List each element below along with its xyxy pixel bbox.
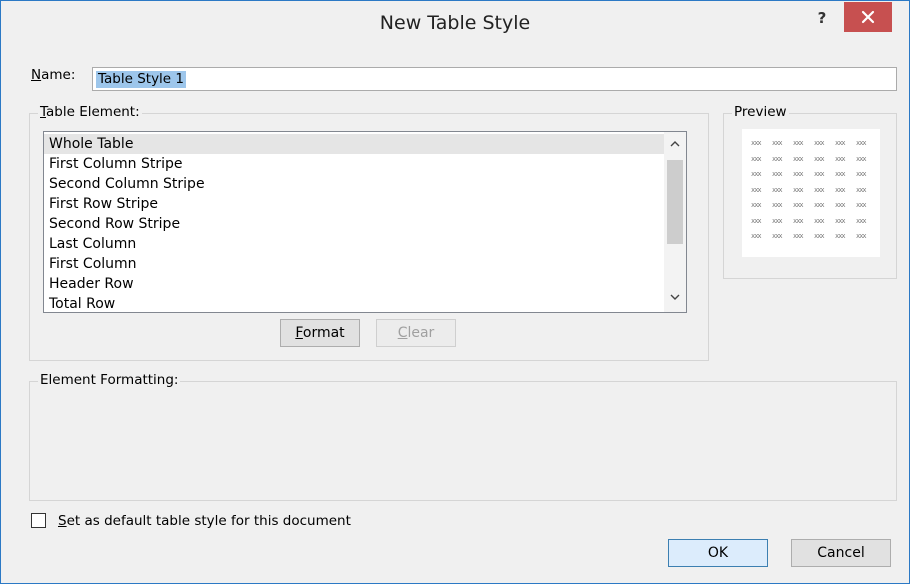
preview-cell: xxx	[814, 201, 825, 209]
scroll-down-button[interactable]	[664, 289, 686, 307]
preview-cell: xxx	[856, 201, 867, 209]
preview-row: xxx xxx xxx xxx xxx xxx	[751, 199, 877, 215]
preview-cell: xxx	[835, 201, 846, 209]
preview-cell: xxx	[793, 170, 804, 178]
preview-cell: xxx	[856, 216, 867, 225]
ok-button[interactable]: OK	[668, 539, 768, 567]
table-preview: xxx xxx xxx xxx xxx xxx xxx xxx xxx xxx xxx xxx xxx x…	[742, 129, 880, 257]
table-element-list[interactable]: Whole Table First Column Stripe Second Col…	[43, 131, 687, 313]
preview-cell: xxx	[772, 185, 783, 194]
close-button[interactable]	[844, 2, 892, 32]
preview-cell: xxx	[793, 201, 804, 209]
default-style-checkbox[interactable]	[31, 513, 46, 528]
table-element-legend: Table Element:	[38, 104, 142, 120]
list-item[interactable]: Header Row	[44, 274, 664, 294]
preview-cell: xxx	[793, 185, 804, 194]
new-table-style-dialog: New Table Style ? Name: Table Style 1 Ta…	[0, 0, 910, 584]
preview-cell: xxx	[772, 170, 783, 178]
preview-cell: xxx	[814, 170, 825, 178]
preview-cell: xxx	[856, 154, 867, 163]
list-item[interactable]: First Row Stripe	[44, 194, 664, 214]
name-input[interactable]: Table Style 1	[92, 67, 897, 91]
list-item[interactable]: Whole Table	[44, 134, 664, 154]
element-formatting-group	[29, 381, 897, 501]
default-style-checkbox-label: Set as default table style for this docu…	[58, 513, 351, 529]
preview-grid: xxx xxx xxx xxx xxx xxx xxx xxx xxx xxx xxx xxx xxx x…	[751, 137, 877, 246]
preview-cell: xxx	[856, 170, 867, 178]
preview-row: xxx xxx xxx xxx xxx xxx	[751, 184, 877, 200]
preview-cell: xxx	[835, 139, 846, 147]
cancel-button[interactable]: Cancel	[791, 539, 891, 567]
preview-cell: xxx	[772, 139, 783, 147]
name-label: Name:	[31, 67, 76, 83]
preview-cell: xxx	[814, 185, 825, 194]
title-bar: New Table Style ?	[1, 1, 909, 45]
preview-cell: xxx	[793, 216, 804, 225]
preview-cell: xxx	[793, 154, 804, 163]
preview-cell: xxx	[772, 232, 783, 240]
list-item[interactable]: First Column	[44, 254, 664, 274]
list-item[interactable]: Last Column	[44, 234, 664, 254]
chevron-down-icon	[670, 294, 680, 300]
preview-cell: xxx	[751, 170, 762, 178]
close-icon	[861, 10, 875, 24]
list-item[interactable]: Total Row	[44, 294, 664, 314]
element-formatting-legend: Element Formatting:	[38, 372, 181, 388]
preview-row: xxx xxx xxx xxx xxx xxx	[751, 137, 877, 153]
preview-cell: xxx	[856, 185, 867, 194]
scroll-thumb[interactable]	[667, 160, 683, 244]
table-element-list-items: Whole Table First Column Stripe Second Col…	[44, 134, 664, 314]
preview-cell: xxx	[751, 232, 762, 240]
preview-cell: xxx	[751, 185, 762, 194]
preview-cell: xxx	[772, 216, 783, 225]
preview-cell: xxx	[814, 154, 825, 163]
list-item[interactable]: Second Row Stripe	[44, 214, 664, 234]
preview-cell: xxx	[751, 139, 762, 147]
preview-legend: Preview	[732, 104, 789, 120]
list-scrollbar[interactable]	[664, 132, 686, 312]
name-input-value: Table Style 1	[96, 71, 186, 88]
help-button[interactable]: ?	[811, 9, 833, 31]
preview-cell: xxx	[751, 216, 762, 225]
preview-cell: xxx	[751, 201, 762, 209]
preview-cell: xxx	[751, 154, 762, 163]
preview-cell: xxx	[772, 201, 783, 209]
preview-cell: xxx	[814, 216, 825, 225]
format-button[interactable]: Format	[280, 319, 360, 347]
preview-cell: xxx	[856, 139, 867, 147]
preview-cell: xxx	[814, 232, 825, 240]
preview-cell: xxx	[856, 232, 867, 240]
chevron-up-icon	[670, 141, 680, 147]
preview-row: xxx xxx xxx xxx xxx xxx	[751, 153, 877, 169]
preview-cell: xxx	[814, 139, 825, 147]
preview-cell: xxx	[835, 185, 846, 194]
preview-row: xxx xxx xxx xxx xxx xxx	[751, 168, 877, 184]
clear-button[interactable]: Clear	[376, 319, 456, 347]
preview-cell: xxx	[835, 154, 846, 163]
scroll-up-button[interactable]	[664, 135, 686, 153]
preview-row: xxx xxx xxx xxx xxx xxx	[751, 215, 877, 231]
dialog-title: New Table Style	[379, 12, 531, 34]
preview-cell: xxx	[772, 154, 783, 163]
preview-cell: xxx	[793, 139, 804, 147]
preview-cell: xxx	[835, 232, 846, 240]
preview-row: xxx xxx xxx xxx xxx xxx	[751, 230, 877, 246]
preview-cell: xxx	[835, 216, 846, 225]
list-item[interactable]: First Column Stripe	[44, 154, 664, 174]
preview-cell: xxx	[835, 170, 846, 178]
list-item[interactable]: Second Column Stripe	[44, 174, 664, 194]
preview-cell: xxx	[793, 232, 804, 240]
